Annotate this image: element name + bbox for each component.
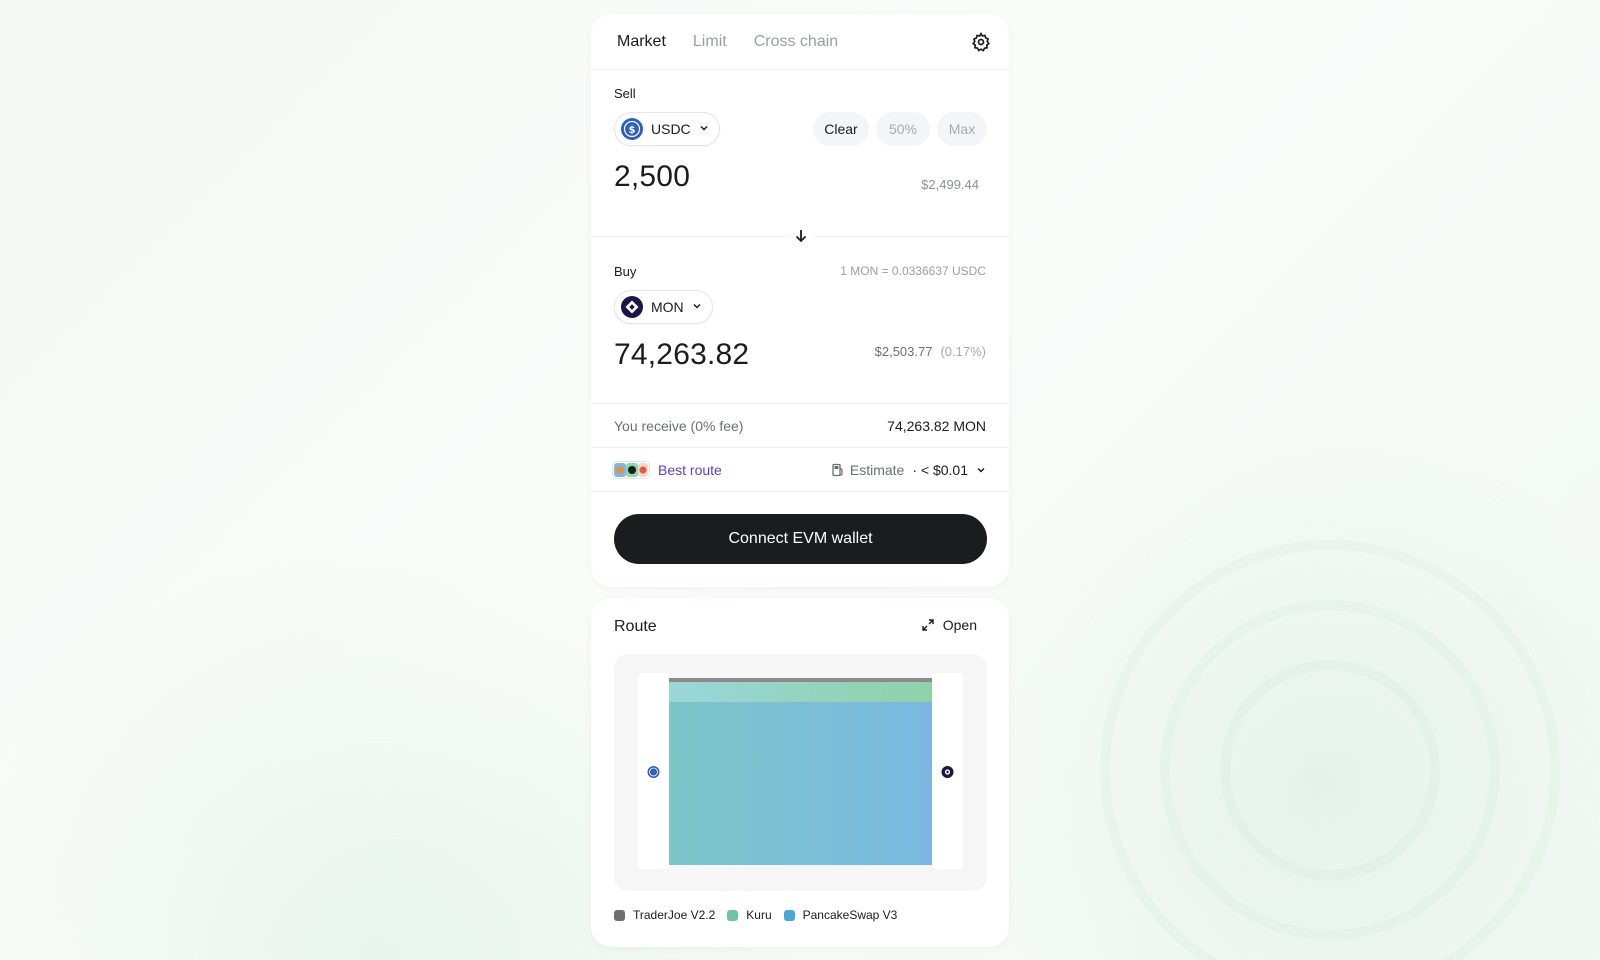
legend-swatch <box>783 909 795 921</box>
gas-pump-icon <box>831 463 845 477</box>
legend-label: Kuru <box>746 908 772 922</box>
buy-fiat-value: $2,503.77 <box>874 344 933 359</box>
route-flow-traderjoe <box>669 678 932 682</box>
chevron-down-icon <box>699 120 709 138</box>
chevron-down-icon <box>692 298 702 316</box>
mon-icon <box>621 296 643 318</box>
legend-item-traderjoe: TraderJoe V2.2 <box>614 908 715 922</box>
svg-text:$: $ <box>629 125 636 136</box>
best-route-label[interactable]: Best route <box>658 462 722 478</box>
tab-market[interactable]: Market <box>617 33 666 51</box>
best-route[interactable]: Best route <box>612 460 722 479</box>
receive-row: You receive (0% fee) 74,263.82 MON <box>591 404 1009 447</box>
legend-swatch <box>614 909 625 921</box>
buy-label: Buy <box>614 264 637 279</box>
buy-token-selector[interactable]: MON <box>614 290 713 324</box>
route-flow-kuru <box>669 682 932 702</box>
route-card: Route Open TraderJoe V2.2 Kuru PancakeSw… <box>591 598 1009 947</box>
arrow-down-icon[interactable] <box>789 224 813 248</box>
open-route-button[interactable]: Open <box>922 617 977 633</box>
sell-token-name: USDC <box>651 121 691 137</box>
exchange-rate: 1 MON = 0.0336637 USDC <box>840 264 986 278</box>
sell-token-selector[interactable]: $ USDC <box>614 112 720 146</box>
usdc-icon: $ <box>621 118 643 140</box>
usdc-node-icon <box>647 766 660 778</box>
gear-icon[interactable] <box>971 32 991 52</box>
sell-label: Sell <box>614 86 636 101</box>
route-summary-row[interactable]: Best route Estimate · < $0.01 <box>591 448 1009 491</box>
sell-amount-input[interactable]: 2,500 <box>614 160 690 194</box>
gas-estimate[interactable]: Estimate · < $0.01 <box>831 462 986 478</box>
route-diagram <box>614 654 987 891</box>
section-divider <box>591 491 1009 492</box>
legend-item-kuru: Kuru <box>727 908 772 922</box>
route-legend: TraderJoe V2.2 Kuru PancakeSwap V3 <box>614 908 909 922</box>
legend-label: TraderJoe V2.2 <box>633 908 716 922</box>
background-ring <box>1220 660 1440 880</box>
route-title: Route <box>614 618 657 635</box>
mon-node-icon <box>941 766 954 778</box>
receive-label: You receive (0% fee) <box>614 417 744 434</box>
buy-amount: 74,263.82 <box>614 338 750 371</box>
expand-icon <box>922 619 943 631</box>
clear-button[interactable]: Clear <box>813 112 869 146</box>
price-impact: (0.17%) <box>940 344 986 359</box>
tab-cross-chain[interactable]: Cross chain <box>754 33 838 51</box>
dex-logos-icon <box>612 460 650 479</box>
tab-limit[interactable]: Limit <box>693 33 727 51</box>
receive-value: 74,263.82 MON <box>887 417 986 434</box>
route-flow-pancakeswap <box>669 702 932 865</box>
legend-label: PancakeSwap V3 <box>802 908 898 922</box>
route-flow-diagram <box>638 673 963 869</box>
connect-wallet-button[interactable]: Connect EVM wallet <box>614 514 987 564</box>
swap-tabs: Market Limit Cross chain <box>591 14 1009 70</box>
sell-fiat-value: $2,499.44 <box>921 177 979 192</box>
max-button[interactable]: Max <box>937 112 987 146</box>
gas-estimate-label: Estimate <box>849 461 905 478</box>
gas-estimate-value: · < $0.01 <box>912 461 968 478</box>
fifty-percent-button[interactable]: 50% <box>876 112 930 146</box>
swap-card: Market Limit Cross chain Sell $ USDC Cle… <box>591 14 1009 587</box>
buy-fiat-row: $2,503.77 (0.17%) <box>875 344 986 359</box>
legend-swatch <box>727 909 739 921</box>
open-route-label: Open <box>942 617 977 633</box>
chevron-down-icon <box>976 465 986 475</box>
legend-item-pancakeswap: PancakeSwap V3 <box>783 908 898 922</box>
buy-token-name: MON <box>651 299 684 315</box>
